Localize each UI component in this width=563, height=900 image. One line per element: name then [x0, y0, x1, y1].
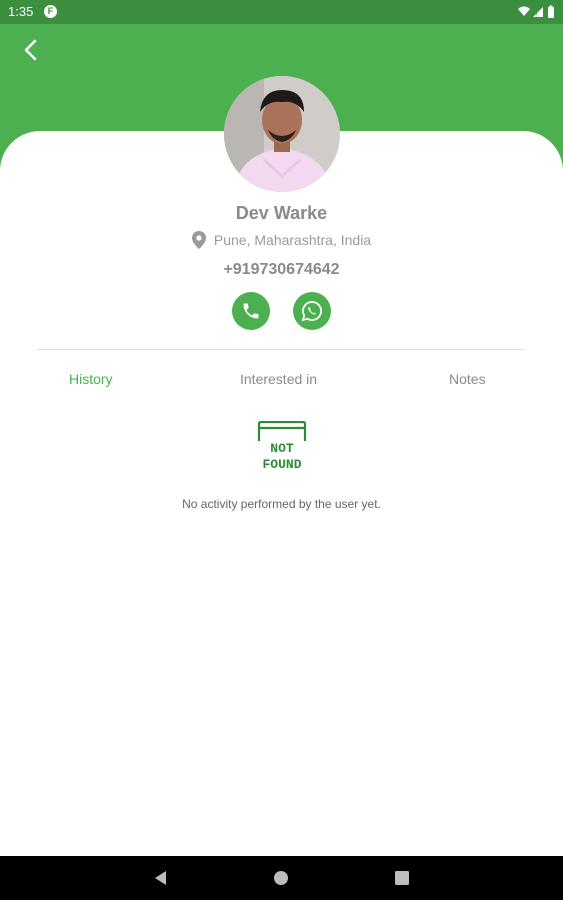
back-arrow-icon	[24, 39, 37, 61]
whatsapp-button[interactable]	[293, 292, 331, 330]
status-bar: 1:35 F !	[0, 0, 563, 24]
nav-recents-button[interactable]	[393, 869, 411, 887]
phone-number: +919730674642	[223, 261, 340, 278]
nav-home-icon	[274, 871, 288, 885]
tab-interested-in[interactable]: Interested in	[240, 371, 317, 387]
nav-back-icon	[155, 871, 166, 885]
status-icons: !	[517, 4, 557, 20]
status-time: 1:35	[8, 4, 34, 19]
status-wifi-signal-battery-icon: !	[518, 5, 554, 19]
nav-home-button[interactable]	[272, 869, 290, 887]
back-button[interactable]	[18, 36, 46, 64]
location-pin-icon	[191, 231, 206, 249]
not-found-icon: NOT FOUND	[257, 421, 307, 471]
avatar-image	[224, 76, 340, 192]
call-button[interactable]	[232, 292, 270, 330]
nav-recents-icon	[395, 871, 409, 885]
empty-state-message: No activity performed by the user yet.	[182, 497, 381, 511]
whatsapp-icon	[301, 301, 322, 322]
location-text: Pune, Maharashtra, India	[213, 232, 372, 248]
not-found-text-line1: NOT	[270, 441, 294, 456]
divider	[37, 349, 525, 350]
nav-back-button[interactable]	[152, 869, 170, 887]
phone-icon	[243, 303, 259, 319]
tab-history[interactable]: History	[69, 371, 113, 387]
app-notification-icon: F	[44, 5, 57, 18]
avatar	[224, 76, 340, 192]
not-found-text-line2: FOUND	[262, 457, 301, 471]
tab-notes[interactable]: Notes	[449, 371, 486, 387]
location-row: Pune, Maharashtra, India	[0, 231, 563, 249]
profile-name: Dev Warke	[235, 203, 328, 223]
system-nav-bar	[0, 856, 563, 900]
